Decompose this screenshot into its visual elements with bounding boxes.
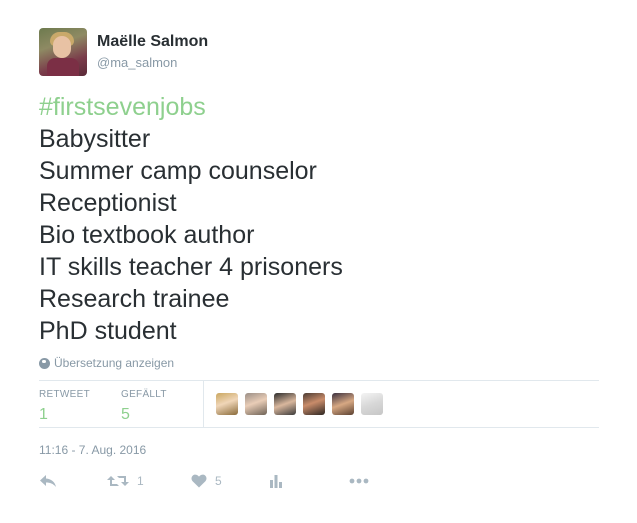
user-handle[interactable]: @ma_salmon <box>97 54 208 72</box>
retweet-count: 1 <box>137 474 144 488</box>
stats-separator <box>203 381 204 427</box>
likes-stat[interactable]: GEFÄLLT 5 <box>121 381 203 427</box>
reply-button[interactable] <box>39 474 107 488</box>
tweet-line: Receptionist <box>39 189 177 217</box>
like-button[interactable]: 5 <box>191 474 269 488</box>
retweet-button[interactable]: 1 <box>107 474 191 488</box>
more-icon <box>349 478 369 484</box>
likers-avatars <box>216 381 390 427</box>
likes-stat-label: GEFÄLLT <box>121 389 167 400</box>
tweet-line: Babysitter <box>39 125 151 153</box>
divider-bottom <box>39 427 599 428</box>
tweet-actions: 1 5 <box>39 474 369 488</box>
avatar[interactable] <box>39 28 87 76</box>
liker-avatar[interactable] <box>216 393 238 415</box>
tweet-line: Summer camp counselor <box>39 157 317 185</box>
liker-avatar[interactable] <box>274 393 296 415</box>
tweet-stats: RETWEET 1 GEFÄLLT 5 <box>39 381 390 427</box>
tweet-header: Maëlle Salmon @ma_salmon <box>39 28 208 76</box>
like-count: 5 <box>215 474 222 488</box>
translate-label: Übersetzung anzeigen <box>54 356 175 370</box>
tweet-text: #firstsevenjobs Babysitter Summer camp c… <box>39 91 343 347</box>
translate-link[interactable]: Übersetzung anzeigen <box>39 356 174 370</box>
avatar-scarf <box>47 58 79 76</box>
bar-chart-icon <box>270 475 282 488</box>
retweet-stat-count: 1 <box>39 406 48 423</box>
liker-avatar[interactable] <box>245 393 267 415</box>
analytics-button[interactable] <box>269 474 349 488</box>
tweet-line: PhD student <box>39 317 177 345</box>
retweet-stat-label: RETWEET <box>39 389 90 400</box>
reply-icon <box>40 475 56 487</box>
tweet-line: Research trainee <box>39 285 230 313</box>
avatar-face <box>53 36 71 58</box>
retweet-icon <box>107 476 129 486</box>
tweet-timestamp[interactable]: 11:16 - 7. Aug. 2016 <box>39 443 146 457</box>
tweet-line: IT skills teacher 4 prisoners <box>39 253 343 281</box>
likes-stat-count: 5 <box>121 406 130 423</box>
user-names: Maëlle Salmon @ma_salmon <box>97 32 208 72</box>
heart-icon <box>191 474 207 488</box>
liker-avatar[interactable] <box>332 393 354 415</box>
retweet-stat[interactable]: RETWEET 1 <box>39 381 121 427</box>
tweet-line: Bio textbook author <box>39 221 255 249</box>
globe-icon <box>39 357 50 369</box>
liker-avatar[interactable] <box>303 393 325 415</box>
hashtag-link[interactable]: #firstsevenjobs <box>39 91 343 123</box>
more-button[interactable] <box>349 478 369 484</box>
user-name[interactable]: Maëlle Salmon <box>97 32 208 52</box>
liker-avatar[interactable] <box>361 393 383 415</box>
